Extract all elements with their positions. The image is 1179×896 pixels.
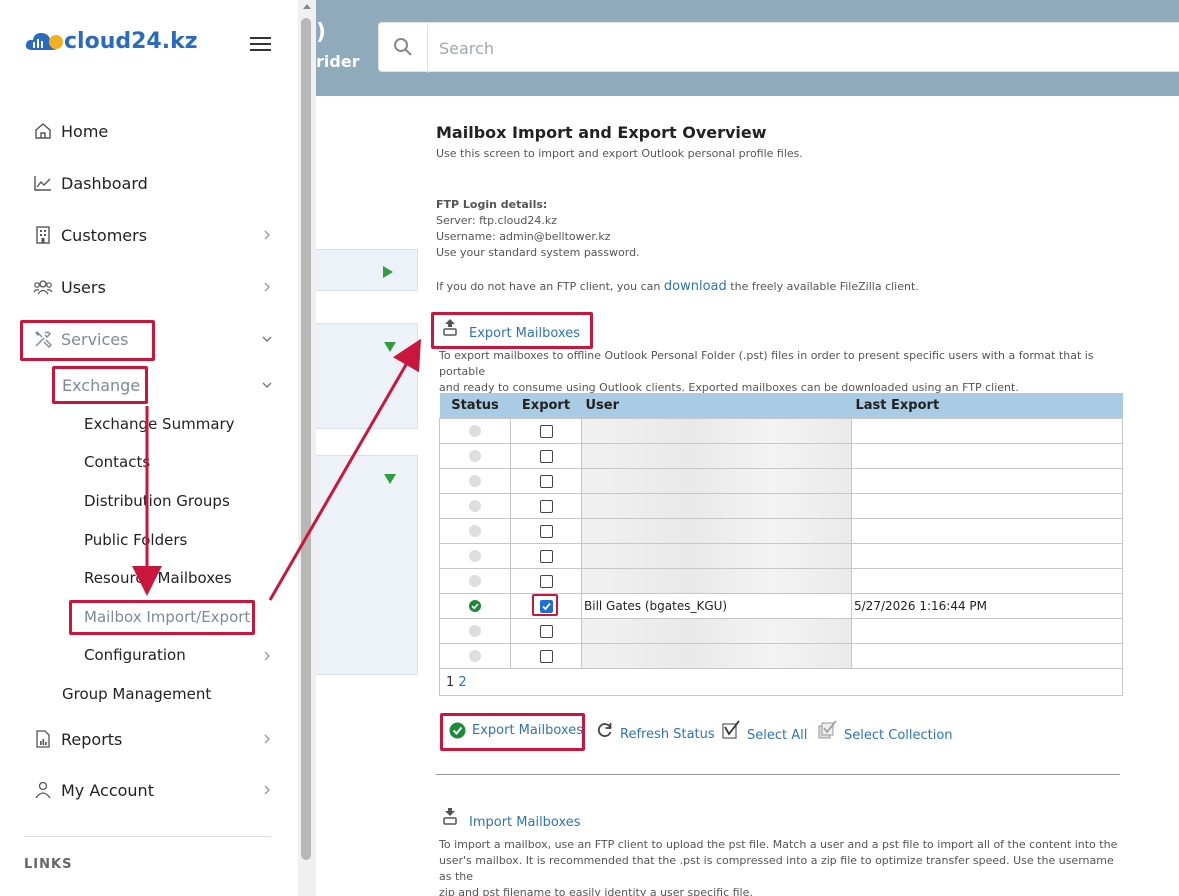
annotation-arrows — [132, 338, 422, 601]
